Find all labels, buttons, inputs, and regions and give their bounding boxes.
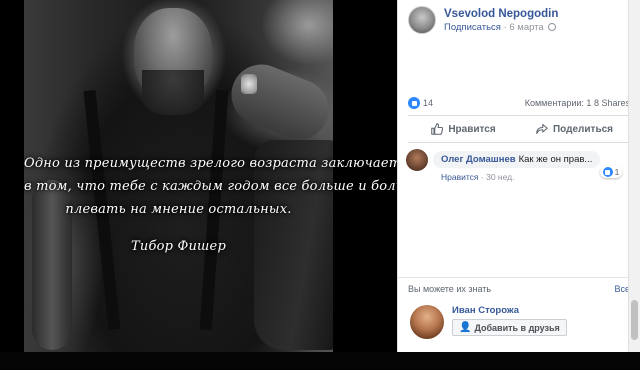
like-reaction-icon <box>408 97 420 109</box>
likes-count[interactable]: 14 <box>408 97 433 109</box>
share-button[interactable]: Поделиться <box>519 116 630 142</box>
commenter-name-link[interactable]: Олег Домашнев <box>441 154 516 165</box>
comment-text: Как же он прав... <box>518 154 593 165</box>
add-friend-label: Добавить в друзья <box>474 322 560 333</box>
add-friend-icon: 👤 <box>459 322 472 333</box>
comments-shares: Комментарии: 1 8 Shares <box>525 98 630 108</box>
photo-watch <box>241 74 257 94</box>
scrollbar-thumb[interactable] <box>631 300 638 340</box>
post-actions: Нравится Поделиться <box>408 115 630 143</box>
post-stats: 14 Комментарии: 1 8 Shares <box>408 97 630 109</box>
post-photo-area: Одно из преимуществ зрелого возраста зак… <box>0 0 397 370</box>
post-date[interactable]: 6 марта <box>509 22 543 33</box>
person-name-link[interactable]: Иван Сторожа <box>452 305 567 316</box>
quote-line: в том, что тебе с каждым годом все больш… <box>24 179 397 194</box>
thumbs-up-icon <box>431 123 444 135</box>
comments-count-link[interactable]: Комментарии: 1 <box>525 98 592 108</box>
comment-age[interactable]: 30 нед. <box>486 172 514 182</box>
people-you-may-know: Вы можете их знать Все Иван Сторожа 👤 До… <box>398 277 640 339</box>
pymk-title: Вы можете их знать <box>408 284 492 294</box>
quote-author: Тибор Фишер <box>131 239 226 254</box>
comment-bubble: Олег Домашнев Как же он прав... 1 <box>433 151 623 178</box>
post-meta: Подписаться · 6 марта <box>444 22 558 33</box>
comment-reactions[interactable]: 1 <box>599 166 623 178</box>
share-arrow-icon <box>536 123 548 135</box>
bottom-strip <box>0 352 640 370</box>
person-avatar[interactable] <box>410 305 444 339</box>
commenter-avatar[interactable] <box>406 149 428 171</box>
like-button[interactable]: Нравится <box>408 116 519 142</box>
photo-quote: Одно из преимуществ зрелого возраста зак… <box>24 152 397 258</box>
comment-reaction-count: 1 <box>614 167 620 177</box>
likes-number: 14 <box>423 98 434 108</box>
comment-item: Олег Домашнев Как же он прав... 1 Нравитс… <box>406 149 632 182</box>
photo-beard <box>142 70 204 115</box>
like-reaction-icon <box>602 167 613 177</box>
photo-arm-right <box>222 55 333 149</box>
author-avatar[interactable] <box>408 6 436 34</box>
author-name-link[interactable]: Vsevolod Nepogodin <box>444 8 558 20</box>
panel-scrollbar[interactable] <box>628 0 640 352</box>
pymk-person: Иван Сторожа 👤 Добавить в друзья <box>410 305 567 339</box>
like-label: Нравится <box>448 123 496 135</box>
post-header: Vsevolod Nepogodin Подписаться · 6 марта <box>408 6 558 34</box>
follow-link[interactable]: Подписаться <box>444 22 501 33</box>
comment-meta-separator: · <box>480 172 484 182</box>
shares-count-link[interactable]: 8 Shares <box>594 98 630 108</box>
share-label: Поделиться <box>552 123 613 135</box>
post-side-panel: Vsevolod Nepogodin Подписаться · 6 марта… <box>397 0 640 352</box>
quote-line: Одно из преимуществ зрелого возраста зак… <box>24 156 397 171</box>
add-friend-button[interactable]: 👤 Добавить в друзья <box>452 319 567 336</box>
globe-icon <box>548 22 557 31</box>
comment-like-link[interactable]: Нравится <box>441 172 479 182</box>
comment-actions: Нравится · 30 нед. <box>441 172 600 182</box>
quote-line: плевать на мнение остальных. <box>65 202 292 217</box>
meta-separator: · <box>503 21 507 33</box>
